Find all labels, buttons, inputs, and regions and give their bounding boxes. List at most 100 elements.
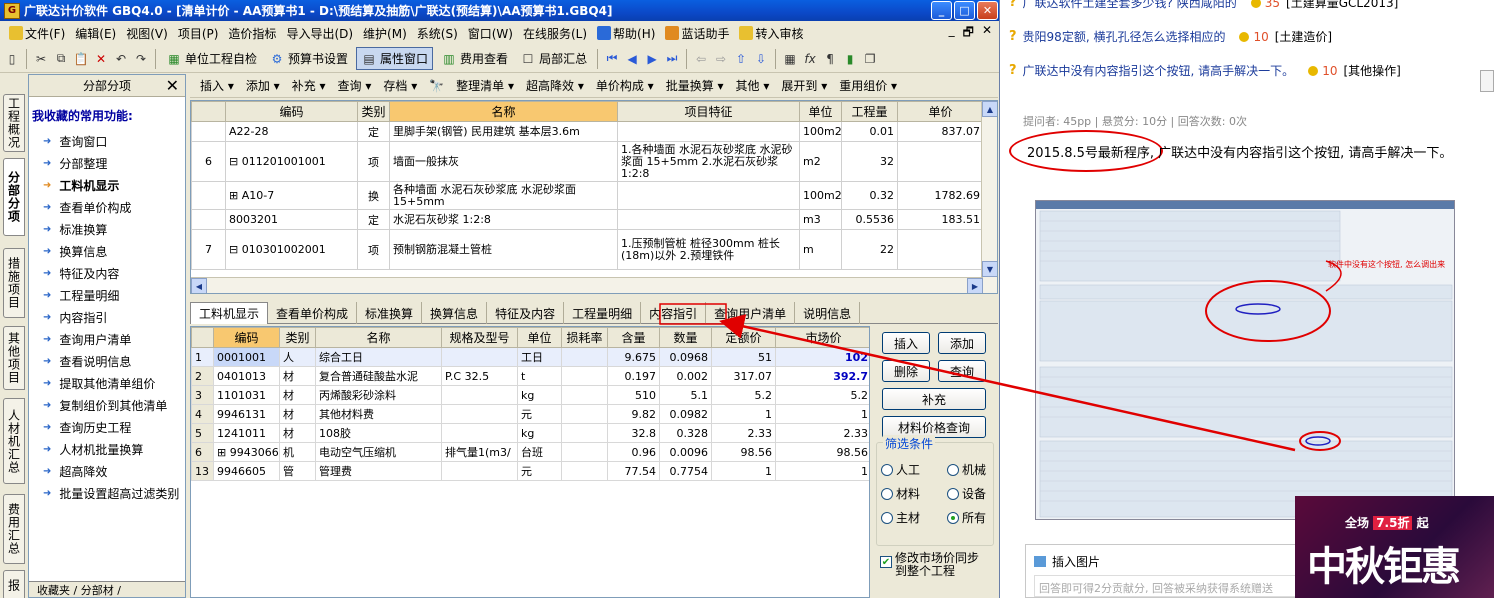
favorite-item[interactable]: ➜ 批量设置超高过滤类别: [29, 482, 185, 504]
table-row[interactable]: 6 ⊞ 9943066 机电动空气压缩机 排气量1(m3/台班 0.96 0.0096 98…: [191, 442, 869, 462]
side-scroll-tab[interactable]: [1480, 70, 1494, 92]
book-icon[interactable]: ▮: [842, 51, 858, 67]
favorite-item[interactable]: ➜ 查询历史工程: [29, 416, 185, 438]
list-tool-11[interactable]: 重用组价 ▾: [833, 77, 903, 94]
query-button[interactable]: 查询: [938, 360, 986, 382]
menu-item-1[interactable]: 编辑(E): [70, 25, 121, 42]
list-tool-4[interactable]: 存档 ▾: [377, 77, 423, 94]
attached-screenshot[interactable]: 软件中没有这个按钮, 怎么调出来: [1035, 200, 1455, 520]
column-header[interactable]: 名称: [315, 327, 442, 348]
mdi-control-1[interactable]: 🗗: [963, 23, 974, 44]
column-header[interactable]: 损耗率: [561, 327, 608, 348]
list-tool-5[interactable]: 整理清单 ▾: [450, 77, 520, 94]
table-row[interactable]: 2 0401013 材复合普通硅酸盐水泥 P.C 32.5 t 0.197 0.002 317…: [191, 366, 869, 386]
new-icon[interactable]: ▯: [4, 51, 20, 67]
unit-check-button[interactable]: ▦ 单位工程自检: [162, 48, 261, 69]
list-tool-7[interactable]: 单价构成 ▾: [590, 77, 660, 94]
fee-view-button[interactable]: ▥ 费用查看: [437, 48, 512, 69]
filter-radio-3[interactable]: 设备: [947, 485, 986, 502]
upper-horizontal-scrollbar[interactable]: ◀ ▶: [191, 277, 983, 293]
menu-item-2[interactable]: 视图(V): [121, 25, 173, 42]
paragraph-icon[interactable]: ¶: [822, 51, 838, 67]
menu-item-7[interactable]: 系统(S): [412, 25, 463, 42]
arrow-right-icon[interactable]: ⇨: [713, 51, 729, 67]
delete-button[interactable]: 删除: [882, 360, 930, 382]
table-row[interactable]: 13 9946605 管管理费元 77.54 0.7754 1 1: [191, 461, 869, 481]
column-header[interactable]: 规格及型号: [441, 327, 518, 348]
filter-radio-1[interactable]: 机械: [947, 461, 986, 478]
menu-item-8[interactable]: 窗口(W): [463, 25, 518, 42]
menu-item-3[interactable]: 项目(P): [173, 25, 224, 42]
question-link[interactable]: 广联达中没有内容指引这个按钮, 请高手解决一下。: [1023, 62, 1295, 80]
vtab-0[interactable]: 工程概况: [3, 94, 25, 152]
detail-tab-1[interactable]: 查看单价构成: [268, 302, 358, 324]
table-row[interactable]: A22-28 定里脚手架(钢管) 民用建筑 基本层3.6m 100m2 0.01 837…: [191, 121, 984, 142]
detail-tab-8[interactable]: 说明信息: [795, 302, 861, 324]
menu-item-10[interactable]: 帮助(H): [592, 25, 660, 42]
tree-toggle-icon[interactable]: ⊟: [229, 155, 242, 168]
undo-icon[interactable]: ↶: [113, 51, 129, 67]
favorite-item[interactable]: ➜ 标准换算: [29, 218, 185, 240]
first-icon[interactable]: ⏮: [604, 51, 620, 67]
favorite-item[interactable]: ➜ 工程量明细: [29, 284, 185, 306]
question-item[interactable]: ? 贵阳98定额, 横孔孔径怎么选择相应的 10 [土建造价]: [1009, 28, 1332, 45]
column-header[interactable]: 类别: [279, 327, 316, 348]
list-tool-2[interactable]: 补充 ▾: [286, 77, 332, 94]
minimize-button[interactable]: _: [931, 1, 952, 20]
favorite-item[interactable]: ➜ 人材机批量换算: [29, 438, 185, 460]
scroll-up-icon[interactable]: ▲: [982, 101, 997, 117]
insert-image-button[interactable]: 插入图片: [1034, 553, 1100, 570]
vtab-5[interactable]: 费用汇总: [3, 494, 25, 564]
maximize-button[interactable]: □: [954, 1, 975, 20]
table-row[interactable]: 4 9946131 材其他材料费元 9.82 0.0982 1 1: [191, 404, 869, 424]
upper-vertical-scrollbar[interactable]: ▲ ▼: [981, 101, 997, 293]
detail-tab-5[interactable]: 工程量明细: [564, 302, 642, 324]
arrow-down-icon[interactable]: ⇩: [753, 51, 769, 67]
list-tool-0[interactable]: 插入 ▾: [194, 77, 240, 94]
column-header[interactable]: 定额价: [711, 327, 776, 348]
favorite-item[interactable]: ➜ 换算信息: [29, 240, 185, 262]
mdi-control-2[interactable]: ✕: [982, 23, 992, 44]
close-icon[interactable]: ✕: [166, 76, 179, 95]
cut-icon[interactable]: ✂: [33, 51, 49, 67]
favorite-item[interactable]: ➜ 查询用户清单: [29, 328, 185, 350]
sync-market-price-checkbox[interactable]: ✔ 修改市场价同步到整个工程: [880, 552, 985, 578]
filter-radio-2[interactable]: 材料: [881, 485, 920, 502]
list-tool-6[interactable]: 超高降效 ▾: [520, 77, 590, 94]
next-icon[interactable]: ▶: [644, 51, 660, 67]
column-header[interactable]: 含量: [607, 327, 660, 348]
vtab-2[interactable]: 措施项目: [3, 248, 25, 318]
detail-tab-2[interactable]: 标准换算: [357, 302, 423, 324]
favorite-item[interactable]: ➜ 查询窗口: [29, 130, 185, 152]
column-header[interactable]: 类别: [357, 101, 390, 122]
detail-tab-3[interactable]: 换算信息: [422, 302, 488, 324]
menu-item-11[interactable]: 蓝话助手: [660, 25, 734, 42]
column-header[interactable]: 单价: [897, 101, 984, 122]
menu-item-12[interactable]: 转入审核: [734, 25, 808, 42]
favorite-item[interactable]: ➜ 特征及内容: [29, 262, 185, 284]
panel-footer-tabs[interactable]: 收藏夹 / 分部材 /: [29, 581, 185, 597]
column-header[interactable]: 项目特征: [617, 101, 800, 122]
table-row[interactable]: 7 ⊟ 010301002001 项预制钢筋混凝土管桩 1.压预制管桩 桩径300mm…: [191, 229, 984, 270]
copy-icon[interactable]: ⧉: [53, 51, 69, 67]
scroll-left-icon[interactable]: ◀: [191, 278, 207, 293]
delete-icon[interactable]: ✕: [93, 51, 109, 67]
detail-tab-7[interactable]: 查询用户清单: [706, 302, 796, 324]
menu-item-4[interactable]: 造价指标: [223, 25, 281, 42]
menu-item-5[interactable]: 导入导出(D): [281, 25, 358, 42]
paste-icon[interactable]: 📋: [73, 51, 89, 67]
close-button[interactable]: ✕: [977, 1, 998, 20]
column-header[interactable]: 工程量: [841, 101, 898, 122]
layers-icon[interactable]: ❐: [862, 51, 878, 67]
formula-icon[interactable]: fx: [802, 51, 818, 67]
property-window-button[interactable]: ▤ 属性窗口: [356, 47, 434, 70]
supplement-button[interactable]: 补充: [882, 388, 986, 410]
vtab-1[interactable]: 分部分项: [3, 158, 25, 236]
promo-banner[interactable]: 全场 7.5折 起 中秋钜惠: [1295, 496, 1494, 598]
vtab-3[interactable]: 其他项目: [3, 326, 25, 390]
detail-tab-4[interactable]: 特征及内容: [487, 302, 565, 324]
favorite-item[interactable]: ➜ 分部整理: [29, 152, 185, 174]
column-header[interactable]: 数量: [659, 327, 712, 348]
column-header[interactable]: 市场价: [775, 327, 869, 348]
filter-radio-5[interactable]: 所有: [947, 509, 986, 526]
